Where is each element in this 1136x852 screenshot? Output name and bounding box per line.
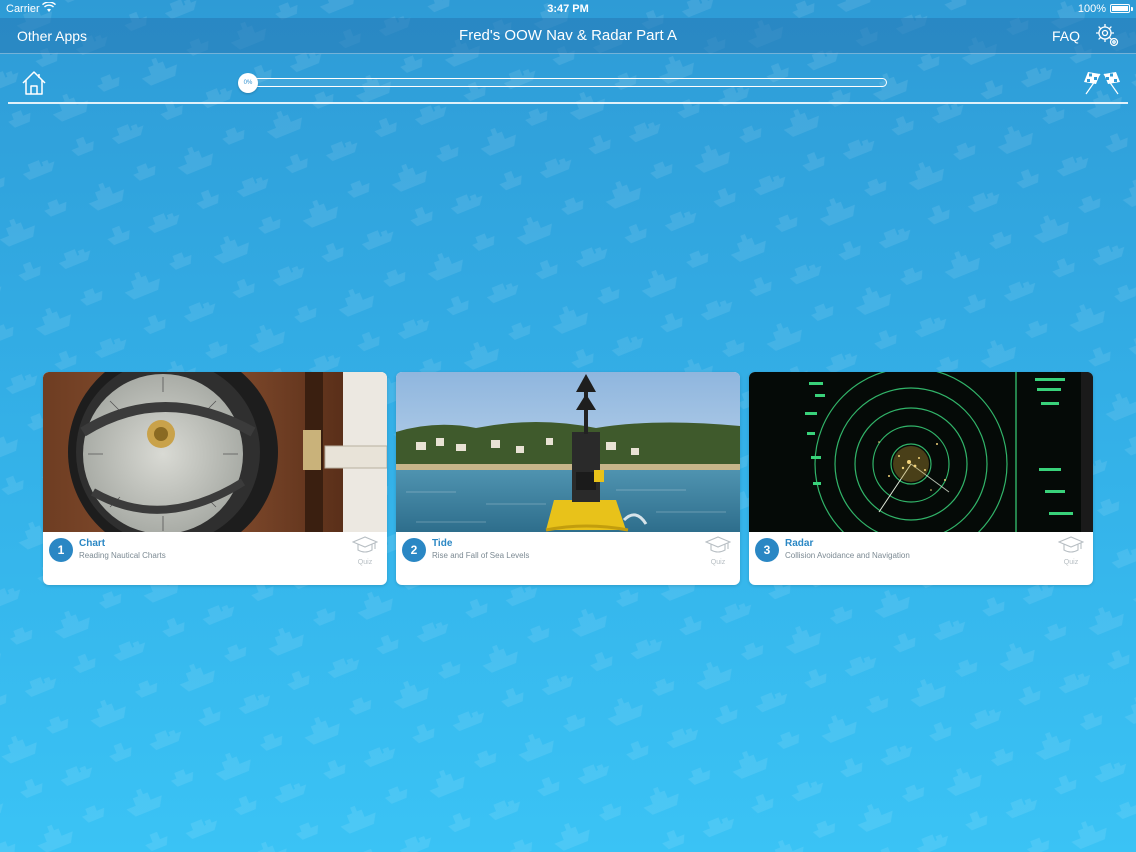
module-title: Tide	[432, 538, 453, 549]
gear-icon[interactable]	[1094, 22, 1120, 48]
toolbar-divider	[8, 102, 1128, 104]
graduation-cap-icon	[704, 536, 732, 553]
app-title: Fred's OOW Nav & Radar Part A	[459, 27, 677, 44]
progress-toolbar: 0%	[0, 54, 1136, 104]
quiz-label: Quiz	[357, 559, 373, 566]
radar-screen-photo	[749, 372, 1093, 532]
status-bar: Carrier 3:47 PM 100%	[0, 0, 1136, 18]
faq-button[interactable]: FAQ	[1052, 28, 1080, 44]
graduation-cap-icon	[351, 536, 379, 553]
quiz-button[interactable]: Quiz	[1057, 536, 1085, 566]
progress-bar	[243, 78, 887, 87]
module-title: Radar	[785, 538, 814, 549]
battery-cap	[1131, 7, 1133, 11]
module-number: 3	[755, 538, 779, 562]
module-number: 2	[402, 538, 426, 562]
checkered-flags-icon	[1084, 72, 1120, 95]
quiz-button[interactable]: Quiz	[351, 536, 379, 566]
quiz-label: Quiz	[710, 559, 726, 566]
battery-icon	[1110, 4, 1130, 13]
battery-percentage: 100%	[1077, 3, 1106, 15]
module-title: Chart	[79, 538, 106, 549]
progress-knob: 0%	[238, 73, 258, 93]
home-icon[interactable]	[21, 70, 47, 96]
graduation-cap-icon	[1057, 536, 1085, 553]
buoy-photo	[396, 372, 740, 532]
module-subtitle: Reading Nautical Charts	[79, 551, 166, 560]
module-subtitle: Rise and Fall of Sea Levels	[432, 551, 530, 560]
quiz-label: Quiz	[1063, 559, 1079, 566]
compass-photo	[43, 372, 387, 532]
module-number: 1	[49, 538, 73, 562]
module-card-tide[interactable]: 2 Tide Rise and Fall of Sea Levels Quiz	[396, 372, 740, 585]
module-card-radar[interactable]: 3 Radar Collision Avoidance and Navigati…	[749, 372, 1093, 585]
module-card-chart[interactable]: 1 Chart Reading Nautical Charts Quiz	[43, 372, 387, 585]
module-subtitle: Collision Avoidance and Navigation	[785, 551, 910, 560]
quiz-button[interactable]: Quiz	[704, 536, 732, 566]
status-time: 3:47 PM	[547, 3, 589, 15]
module-list: 1 Chart Reading Nautical Charts Quiz 2 T…	[43, 372, 1093, 585]
navigation-bar: Other Apps Fred's OOW Nav & Radar Part A…	[0, 18, 1136, 54]
